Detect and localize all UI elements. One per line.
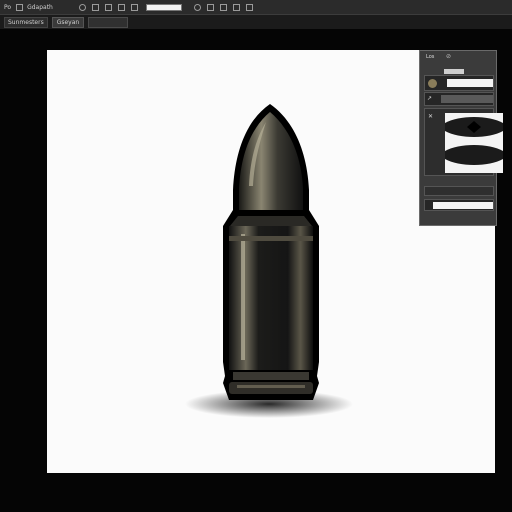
layer-3-preview [445,113,503,173]
layer-row-4[interactable] [424,186,494,196]
layer-thumbnail-icon [428,79,437,88]
circle-icon[interactable] [193,3,201,11]
layer-2-preview [441,95,493,103]
base-highlight [237,385,305,388]
layer-5-preview [433,202,493,209]
layer-row-5[interactable] [424,199,494,211]
pattern-icon[interactable] [130,3,138,11]
frame-icon[interactable] [91,3,99,11]
case-band [229,236,313,241]
panel-title: Los [426,54,435,60]
fill-icon[interactable] [117,3,125,11]
close-layer-icon[interactable]: ✕ [428,113,433,120]
menu-label[interactable]: Gdapath [27,4,53,11]
panel-name-field[interactable] [444,69,464,74]
adjust-icon[interactable] [245,3,253,11]
case-rim [233,372,309,380]
options-slider[interactable] [88,16,129,28]
toolbar-square-icon[interactable] [16,3,24,11]
color-swatch-field[interactable] [145,3,182,11]
layer-row-3[interactable]: ✕ [424,108,503,176]
square-icon[interactable] [232,3,240,11]
preset-select[interactable]: Sunmesters [4,16,48,28]
layers-icon[interactable] [206,3,214,11]
layer-row-1[interactable] [424,75,494,91]
field-button[interactable]: Gseyan [51,16,85,28]
grid-icon[interactable] [219,3,227,11]
options-bar: Sunmesters Gseyan [0,15,512,29]
link-icon: ↗ [427,95,433,102]
case-highlight [241,234,245,360]
panel-close-icon[interactable]: ⊘ [446,53,451,60]
app-label[interactable]: Po [4,4,11,11]
case-neck [230,216,312,226]
undo-icon[interactable] [78,3,86,11]
layer-row-2[interactable]: ↗ [424,92,494,106]
application-toolbar: Po Gdapath [0,0,512,15]
brush-icon[interactable] [104,3,112,11]
layers-panel: Los ⊘ ↗ ✕ [419,50,503,226]
layer-1-preview [447,79,493,87]
bullet-tip [239,112,303,210]
